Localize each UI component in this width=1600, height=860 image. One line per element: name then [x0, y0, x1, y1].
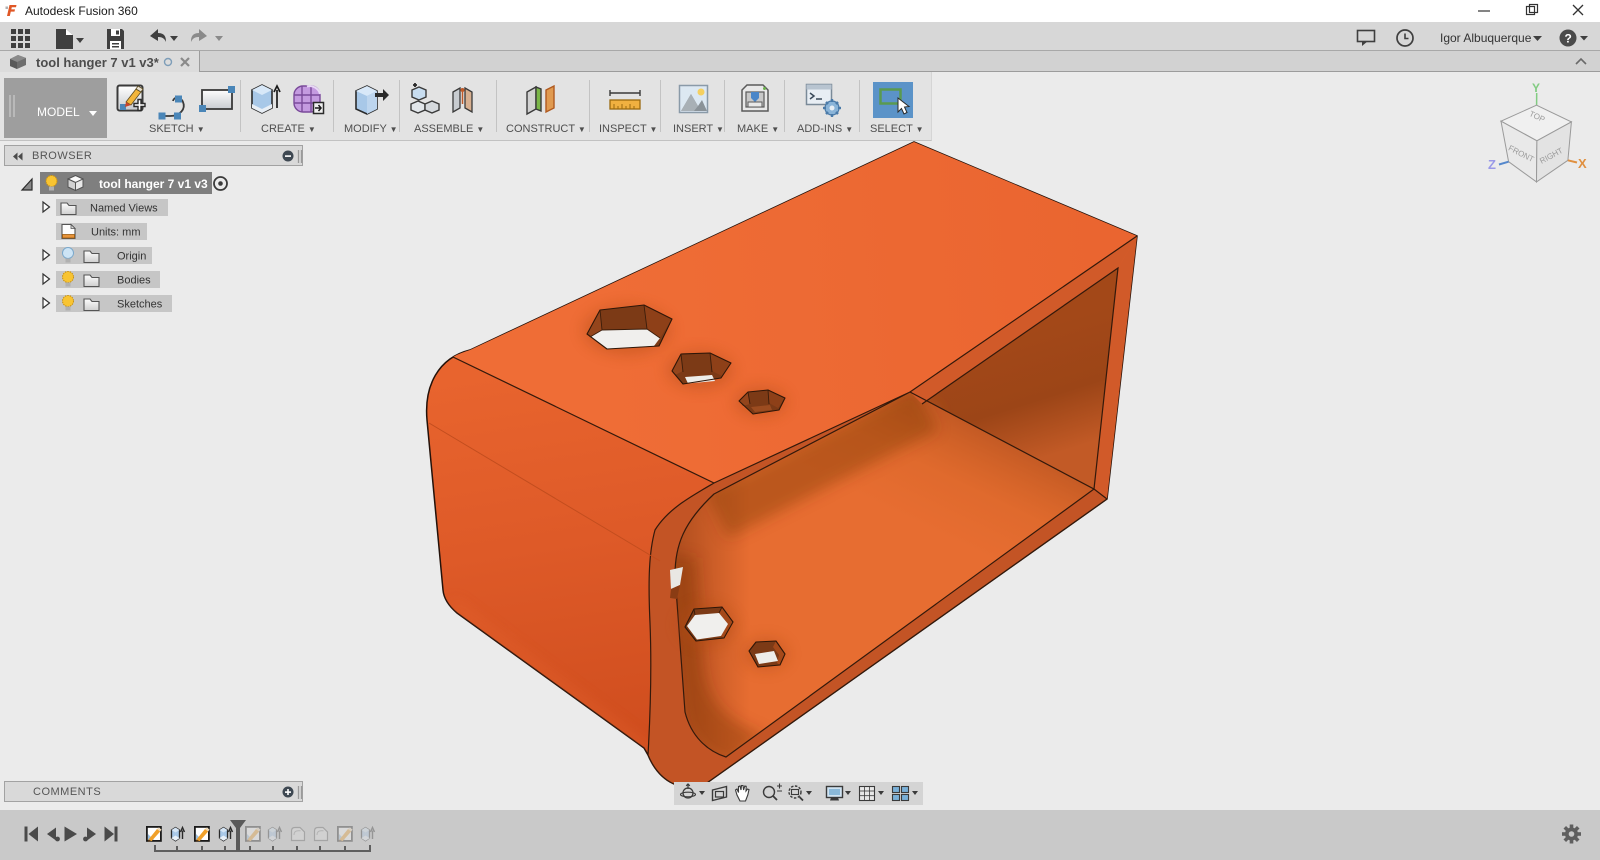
svg-text:X: X: [1578, 156, 1587, 171]
svg-text:Origin: Origin: [117, 251, 146, 263]
svg-text:Named Views: Named Views: [90, 203, 158, 215]
svg-text:tool hanger 7 v1 v3: tool hanger 7 v1 v3: [99, 177, 208, 191]
svg-text:Z: Z: [1488, 157, 1496, 172]
svg-text:Bodies: Bodies: [117, 275, 151, 287]
svg-text:?: ?: [1565, 32, 1572, 46]
svg-text:Igor Albuquerque: Igor Albuquerque: [1440, 31, 1532, 45]
svg-text:Sketches: Sketches: [117, 299, 163, 311]
svg-text:Units: mm: Units: mm: [91, 227, 141, 239]
svg-text:Y: Y: [1532, 81, 1540, 95]
